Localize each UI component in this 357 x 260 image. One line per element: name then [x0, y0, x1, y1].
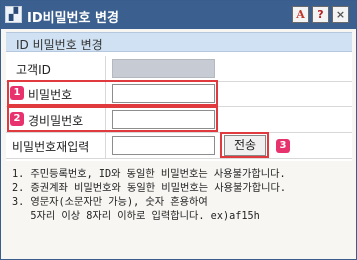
row-password: 1 비밀번호: [6, 81, 352, 107]
note-item: 5자리 이상 8자리 이하로 입력합니다. ex)af15h: [12, 211, 260, 222]
password-confirm-label: 비밀번호재입력: [12, 140, 90, 154]
submit-button[interactable]: 전송: [224, 135, 266, 156]
title-bar[interactable]: ▞ ID비밀번호 변경 A ? ×: [1, 1, 356, 29]
window-title: ID비밀번호 변경: [27, 11, 119, 26]
password-change-window: ▞ ID비밀번호 변경 A ? × ID 비밀번호 변경 고객ID 1 비밀번호: [0, 0, 357, 260]
customer-id-field: [112, 59, 215, 78]
password-confirm-input[interactable]: [112, 136, 215, 155]
panel-title: ID 비밀번호 변경: [16, 38, 103, 52]
app-logo-icon: ▞: [5, 6, 22, 23]
step-badge-3: 3: [276, 139, 290, 153]
notes-section: 1. 주민등록번호, ID와 동일한 비밀번호는 사용불가합니다. 2. 증권계…: [6, 163, 352, 256]
password-label: 비밀번호: [28, 88, 73, 102]
new-password-label: 경비밀번호: [28, 114, 84, 128]
step-badge-2: 2: [10, 112, 24, 126]
step-badge-1: 1: [10, 86, 24, 100]
row-password-confirm: 비밀번호재입력 전송 3: [6, 133, 352, 159]
font-size-button[interactable]: A: [292, 6, 309, 23]
row-label-cell: 1 비밀번호: [6, 81, 106, 106]
row-label-cell: 고객ID: [6, 56, 106, 81]
note-item: 1. 주민등록번호, ID와 동일한 비밀번호는 사용불가합니다.: [12, 169, 286, 180]
row-customer-id: 고객ID: [6, 56, 352, 82]
close-button[interactable]: ×: [332, 6, 349, 23]
note-item: 3. 영문자(소문자만 가능), 숫자 혼용하여: [12, 197, 208, 208]
password-form-panel: ID 비밀번호 변경 고객ID 1 비밀번호 2 경비밀번호 비밀번호재입력 전…: [6, 32, 352, 161]
customer-id-label: 고객ID: [16, 63, 51, 77]
note-item: 2. 증권계좌 비밀번호와 동일한 비밀번호는 사용불가합니다.: [12, 183, 287, 194]
row-label-cell: 2 경비밀번호: [6, 107, 106, 132]
row-new-password: 2 경비밀번호: [6, 107, 352, 133]
help-button[interactable]: ?: [312, 6, 329, 23]
panel-header: ID 비밀번호 변경: [6, 32, 352, 52]
password-input[interactable]: [112, 84, 215, 103]
row-label-cell: 비밀번호재입력: [6, 133, 106, 158]
new-password-input[interactable]: [112, 110, 215, 129]
